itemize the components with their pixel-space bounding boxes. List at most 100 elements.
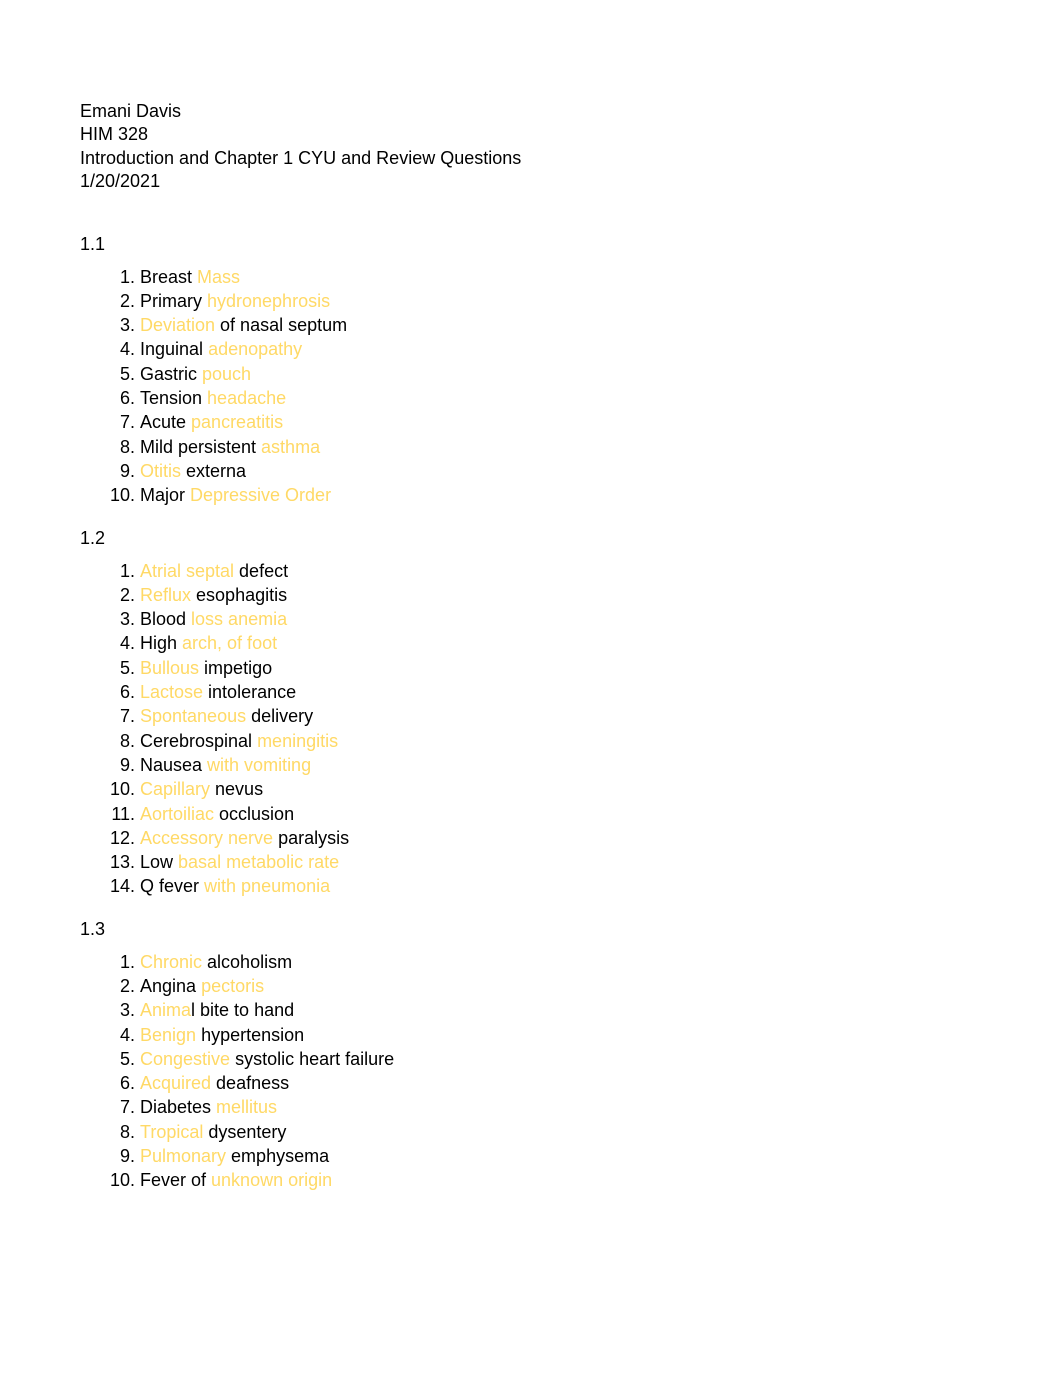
highlighted-text: Reflux <box>140 585 191 605</box>
plain-text: High <box>140 633 182 653</box>
plain-text: hypertension <box>196 1025 304 1045</box>
list-item: Otitis externa <box>140 459 982 483</box>
section-list: Atrial septal defectReflux esophagitisBl… <box>120 559 982 899</box>
highlighted-text: pancreatitis <box>191 412 283 432</box>
list-item: Reflux esophagitis <box>140 583 982 607</box>
list-item: Low basal metabolic rate <box>140 850 982 874</box>
plain-text: Breast <box>140 267 197 287</box>
highlighted-text: Aortoiliac <box>140 804 214 824</box>
plain-text: Major <box>140 485 190 505</box>
list-item: Chronic alcoholism <box>140 950 982 974</box>
list-item: Tension headache <box>140 386 982 410</box>
highlighted-text: with vomiting <box>207 755 311 775</box>
plain-text: Cerebrospinal <box>140 731 257 751</box>
list-item: Deviation of nasal septum <box>140 313 982 337</box>
highlighted-text: Acquired <box>140 1073 211 1093</box>
highlighted-text: Deviation <box>140 315 215 335</box>
highlighted-text: Atrial septal <box>140 561 234 581</box>
list-item: Mild persistent asthma <box>140 435 982 459</box>
highlighted-text: Anima <box>140 1000 191 1020</box>
list-item: High arch, of foot <box>140 631 982 655</box>
plain-text: Acute <box>140 412 191 432</box>
plain-text: defect <box>234 561 288 581</box>
document-title: Introduction and Chapter 1 CYU and Revie… <box>80 147 982 170</box>
section-list: Breast MassPrimary hydronephrosisDeviati… <box>120 265 982 508</box>
highlighted-text: Capillary <box>140 779 210 799</box>
highlighted-text: Pulmonary <box>140 1146 226 1166</box>
highlighted-text: hydronephrosis <box>207 291 330 311</box>
plain-text: Primary <box>140 291 207 311</box>
author-name: Emani Davis <box>80 100 982 123</box>
highlighted-text: mellitus <box>216 1097 277 1117</box>
list-item: Breast Mass <box>140 265 982 289</box>
list-item: Animal bite to hand <box>140 998 982 1022</box>
highlighted-text: pouch <box>202 364 251 384</box>
section-list: Chronic alcoholismAngina pectorisAnimal … <box>120 950 982 1193</box>
list-item: Fever of unknown origin <box>140 1168 982 1192</box>
highlighted-text: headache <box>207 388 286 408</box>
highlighted-text: basal metabolic rate <box>178 852 339 872</box>
plain-text: Angina <box>140 976 201 996</box>
list-item: Capillary nevus <box>140 777 982 801</box>
plain-text: nevus <box>210 779 263 799</box>
highlighted-text: adenopathy <box>208 339 302 359</box>
highlighted-text: Depressive Order <box>190 485 331 505</box>
plain-text: systolic heart failure <box>230 1049 394 1069</box>
highlighted-text: unknown origin <box>211 1170 332 1190</box>
list-item: Cerebrospinal meningitis <box>140 729 982 753</box>
plain-text: Diabetes <box>140 1097 216 1117</box>
list-item: Lactose intolerance <box>140 680 982 704</box>
plain-text: externa <box>181 461 246 481</box>
list-item: Atrial septal defect <box>140 559 982 583</box>
plain-text: l bite to hand <box>191 1000 294 1020</box>
plain-text: Mild persistent <box>140 437 261 457</box>
section-label: 1.3 <box>80 919 982 940</box>
plain-text: deafness <box>211 1073 289 1093</box>
list-item: Q fever with pneumonia <box>140 874 982 898</box>
plain-text: impetigo <box>199 658 272 678</box>
list-item: Aortoiliac occlusion <box>140 802 982 826</box>
list-item: Blood loss anemia <box>140 607 982 631</box>
highlighted-text: Benign <box>140 1025 196 1045</box>
plain-text: paralysis <box>273 828 349 848</box>
highlighted-text: Accessory nerve <box>140 828 273 848</box>
highlighted-text: Chronic <box>140 952 202 972</box>
list-item: Primary hydronephrosis <box>140 289 982 313</box>
document-date: 1/20/2021 <box>80 170 982 193</box>
list-item: Congestive systolic heart failure <box>140 1047 982 1071</box>
plain-text: dysentery <box>203 1122 286 1142</box>
list-item: Accessory nerve paralysis <box>140 826 982 850</box>
plain-text: Blood <box>140 609 191 629</box>
highlighted-text: Lactose <box>140 682 203 702</box>
section-label: 1.1 <box>80 234 982 255</box>
plain-text: Inguinal <box>140 339 208 359</box>
highlighted-text: asthma <box>261 437 320 457</box>
list-item: Gastric pouch <box>140 362 982 386</box>
document-header: Emani Davis HIM 328 Introduction and Cha… <box>80 100 982 194</box>
course-code: HIM 328 <box>80 123 982 146</box>
highlighted-text: Spontaneous <box>140 706 246 726</box>
plain-text: Low <box>140 852 178 872</box>
list-item: Pulmonary emphysema <box>140 1144 982 1168</box>
highlighted-text: arch, of foot <box>182 633 277 653</box>
plain-text: Q fever <box>140 876 204 896</box>
list-item: Major Depressive Order <box>140 483 982 507</box>
plain-text: esophagitis <box>191 585 287 605</box>
highlighted-text: Congestive <box>140 1049 230 1069</box>
highlighted-text: loss anemia <box>191 609 287 629</box>
list-item: Acquired deafness <box>140 1071 982 1095</box>
highlighted-text: Tropical <box>140 1122 203 1142</box>
plain-text: intolerance <box>203 682 296 702</box>
plain-text: Tension <box>140 388 207 408</box>
plain-text: alcoholism <box>202 952 292 972</box>
list-item: Nausea with vomiting <box>140 753 982 777</box>
list-item: Inguinal adenopathy <box>140 337 982 361</box>
section-label: 1.2 <box>80 528 982 549</box>
plain-text: Fever of <box>140 1170 211 1190</box>
plain-text: Nausea <box>140 755 207 775</box>
plain-text: Gastric <box>140 364 202 384</box>
highlighted-text: with pneumonia <box>204 876 330 896</box>
highlighted-text: Bullous <box>140 658 199 678</box>
highlighted-text: meningitis <box>257 731 338 751</box>
plain-text: occlusion <box>214 804 294 824</box>
